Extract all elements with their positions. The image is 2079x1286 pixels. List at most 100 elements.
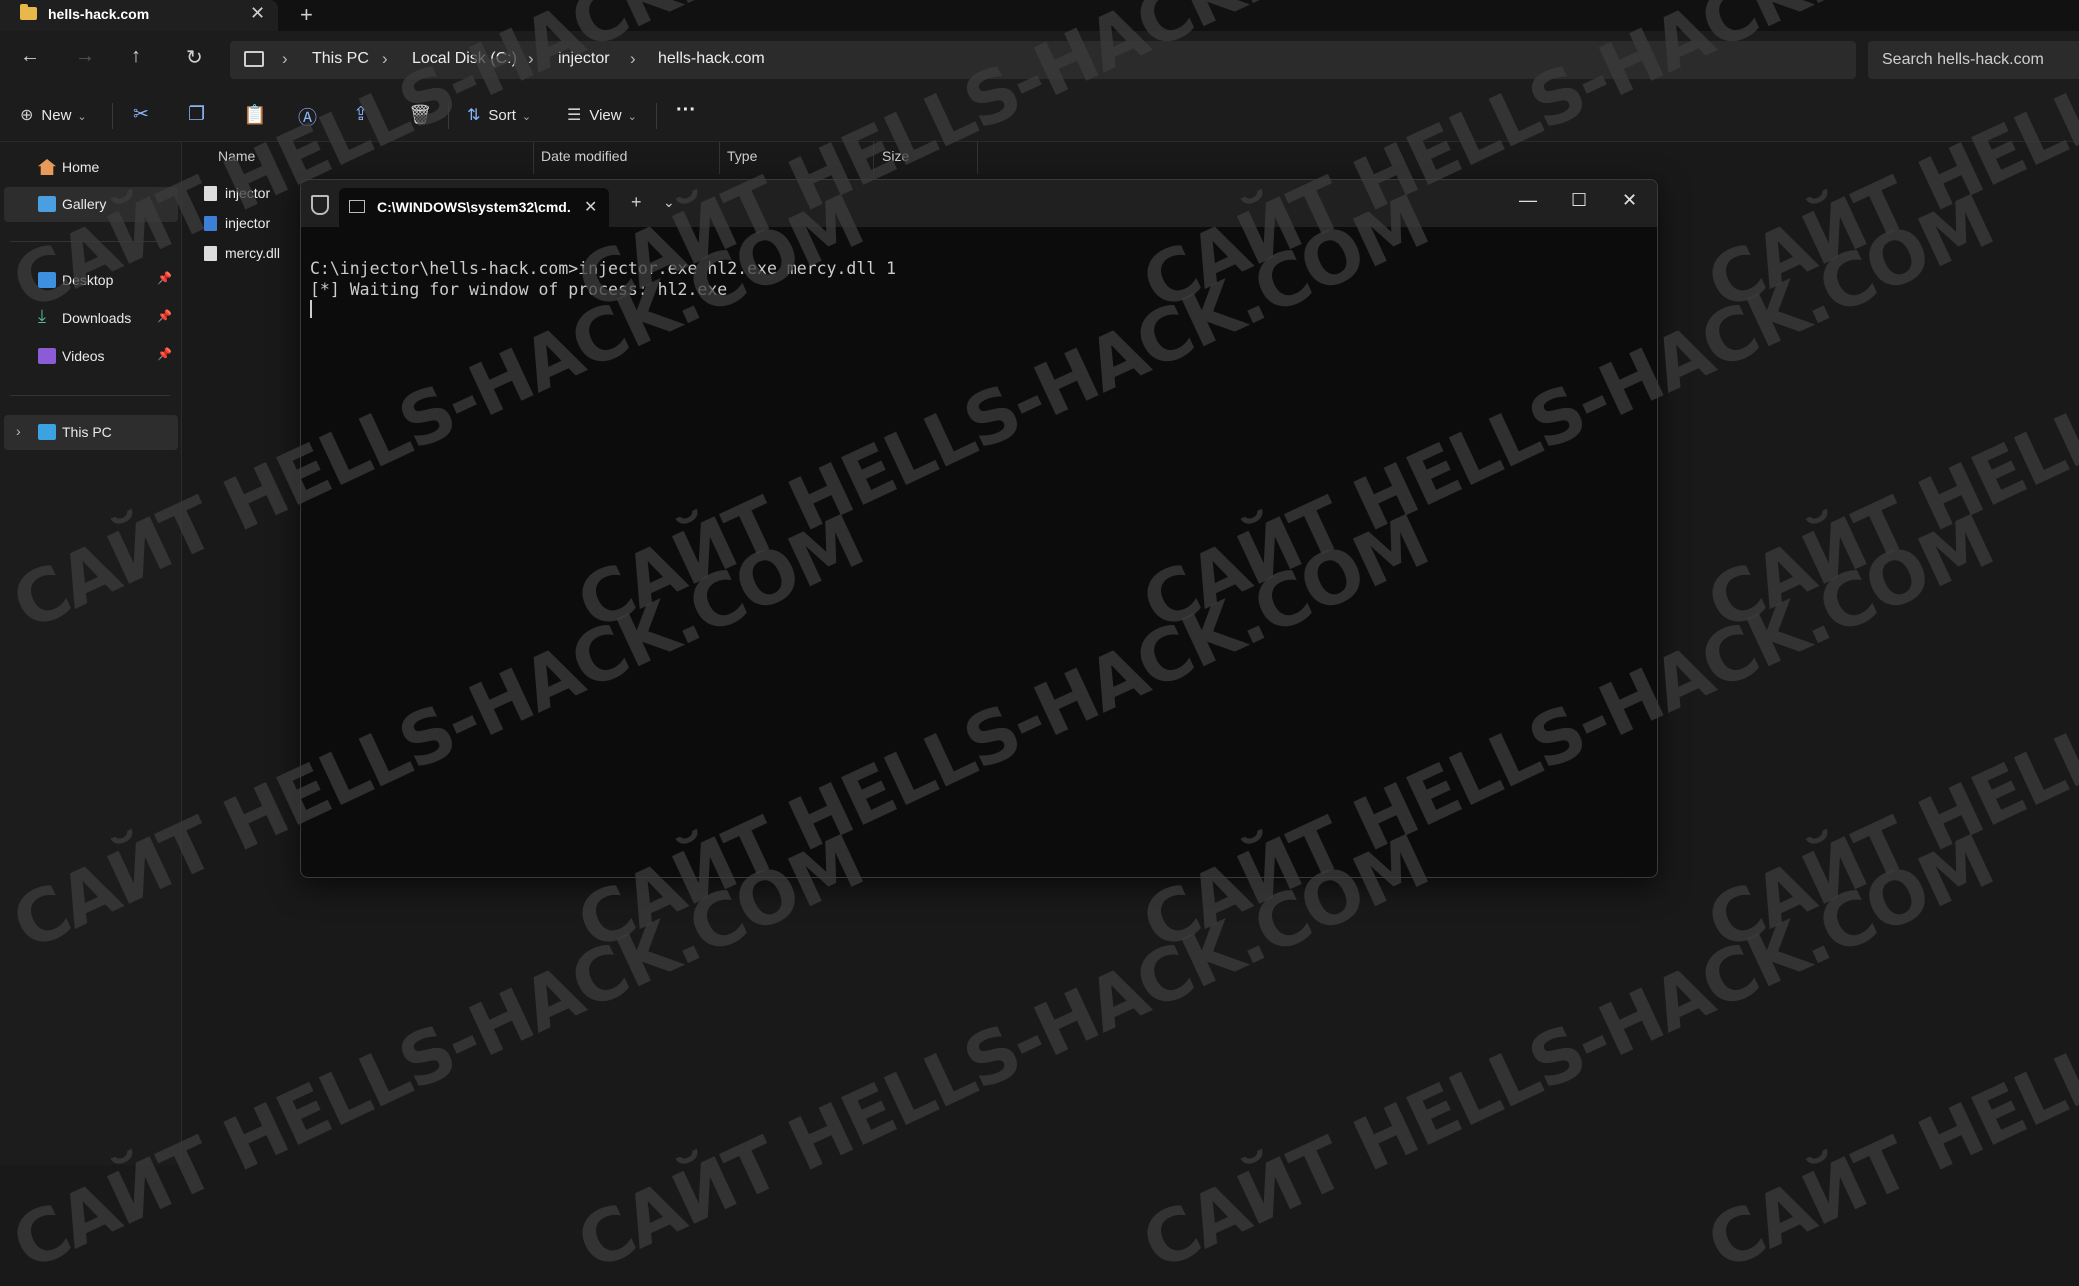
sort-icon: ⇅ <box>467 107 481 124</box>
folder-icon <box>20 4 37 20</box>
dll-icon <box>204 246 217 261</box>
watermark-text: САЙТ HELLS-HACK.COM <box>565 818 1440 1286</box>
column-header-name[interactable]: Name <box>218 148 255 164</box>
column-header-size[interactable]: Size <box>882 148 909 164</box>
file-icon <box>204 186 217 201</box>
back-button[interactable]: ← <box>20 45 40 68</box>
breadcrumb-separator: › <box>528 49 534 68</box>
rename-icon[interactable]: Ⓐ <box>298 103 317 130</box>
new-button[interactable]: ⊕ New ⌄ <box>20 105 87 125</box>
terminal-line: [*] Waiting for window of process: hl2.e… <box>310 280 728 299</box>
shield-icon <box>311 195 329 215</box>
computer-icon <box>38 424 56 440</box>
sidebar-item-gallery[interactable]: Gallery <box>4 187 178 222</box>
close-window-button[interactable]: ✕ <box>1622 190 1637 211</box>
chevron-down-icon[interactable]: ⌄ <box>663 194 675 211</box>
share-icon[interactable]: ⇪ <box>353 103 369 126</box>
breadcrumb-local-disk[interactable]: Local Disk (C:) <box>412 50 517 68</box>
search-placeholder: Search hells-hack.com <box>1882 51 2044 68</box>
sidebar-item-desktop[interactable]: Desktop 📌 <box>4 263 178 298</box>
breadcrumb-this-pc[interactable]: This PC <box>312 50 369 68</box>
divider <box>112 103 113 129</box>
column-divider[interactable] <box>977 142 978 174</box>
cmd-icon <box>349 200 365 213</box>
new-tab-button[interactable]: + <box>300 2 313 28</box>
tab-bar: hells-hack.com ✕ + <box>0 0 2079 31</box>
sidebar-item-label: Home <box>62 159 100 175</box>
breadcrumb-separator: › <box>382 49 388 68</box>
download-icon: ⤓ <box>38 306 46 326</box>
explorer-tab[interactable]: hells-hack.com ✕ <box>0 0 278 31</box>
sidebar-item-label: Videos <box>62 348 105 364</box>
sidebar-item-label: This PC <box>62 424 112 440</box>
sidebar-item-videos[interactable]: Videos 📌 <box>4 339 178 374</box>
divider <box>656 103 657 129</box>
chevron-down-icon: ⌄ <box>77 111 87 123</box>
breadcrumb-separator: › <box>630 49 636 68</box>
desktop-icon <box>38 272 56 288</box>
computer-icon <box>244 51 264 67</box>
column-header-type[interactable]: Type <box>727 148 757 164</box>
sidebar-item-downloads[interactable]: ⤓ Downloads 📌 <box>4 301 178 336</box>
refresh-button[interactable]: ↻ <box>186 45 203 70</box>
watermark-text: САЙТ HELLS-HACK.COM <box>1130 818 2005 1286</box>
delete-icon[interactable]: 🗑 <box>408 103 432 127</box>
terminal-output[interactable]: C:\injector\hells-hack.com>injector.exe … <box>310 258 896 323</box>
new-terminal-tab-button[interactable]: + <box>631 192 642 213</box>
tab-title: hells-hack.com <box>48 6 150 22</box>
list-item[interactable]: mercy.dll <box>204 245 280 261</box>
cut-icon[interactable]: ✂ <box>133 103 149 126</box>
sidebar-item-label: Desktop <box>62 272 114 288</box>
terminal-title-bar[interactable]: C:\WINDOWS\system32\cmd. ✕ + ⌄ — ☐ ✕ <box>301 180 1657 227</box>
divider <box>10 241 170 242</box>
pin-icon[interactable]: 📌 <box>157 309 172 323</box>
column-header-date-modified[interactable]: Date modified <box>541 148 627 164</box>
new-label: New <box>41 107 72 124</box>
view-button[interactable]: ☰ View ⌄ <box>567 105 637 125</box>
paste-icon[interactable]: 📋 <box>243 103 267 127</box>
chevron-down-icon: ⌄ <box>521 111 532 123</box>
terminal-line: C:\injector\hells-hack.com>injector.exe … <box>310 259 897 278</box>
up-button[interactable]: ↑ <box>131 45 141 68</box>
more-options-button[interactable]: ··· <box>676 99 696 122</box>
text-cursor <box>310 300 312 318</box>
view-icon: ☰ <box>567 107 582 124</box>
breadcrumb-injector[interactable]: injector <box>558 50 610 68</box>
tab-close-button[interactable]: ✕ <box>250 3 265 24</box>
chevron-down-icon: ⌄ <box>627 111 637 123</box>
forward-button[interactable]: → <box>75 45 95 68</box>
search-input[interactable]: Search hells-hack.com <box>1868 41 2079 79</box>
sort-label: Sort <box>488 107 516 124</box>
command-bar: ⊕ New ⌄ ✂ ❐ 📋 Ⓐ ⇪ 🗑 ⇅ Sort ⌄ ☰ View ⌄ ··· <box>0 89 2079 142</box>
pin-icon[interactable]: 📌 <box>157 347 172 361</box>
breadcrumb-hells-hack[interactable]: hells-hack.com <box>658 50 765 68</box>
gallery-icon <box>38 196 56 212</box>
sidebar-item-home[interactable]: Home <box>4 150 178 185</box>
column-divider[interactable] <box>533 142 534 174</box>
column-divider[interactable] <box>873 142 874 174</box>
terminal-tab[interactable]: C:\WINDOWS\system32\cmd. ✕ <box>339 188 609 227</box>
close-tab-icon[interactable]: ✕ <box>584 197 597 217</box>
navigation-pane: Home Gallery Desktop 📌 ⤓ Downloads 📌 Vid… <box>0 142 182 1165</box>
watermark-text: САЙТ HELLS-HACK.COM <box>1695 178 2079 647</box>
list-item[interactable]: injector <box>204 185 270 201</box>
chevron-right-icon[interactable]: › <box>16 423 21 439</box>
exe-icon <box>204 216 217 231</box>
videos-icon <box>38 348 56 364</box>
column-divider[interactable] <box>719 142 720 174</box>
address-bar[interactable]: › This PC › Local Disk (C:) › injector ›… <box>230 41 1856 79</box>
terminal-tab-title: C:\WINDOWS\system32\cmd. <box>377 199 571 215</box>
sidebar-item-this-pc[interactable]: › This PC <box>4 415 178 450</box>
plus-circle-icon: ⊕ <box>20 107 34 124</box>
file-name: mercy.dll <box>225 245 280 261</box>
copy-icon[interactable]: ❐ <box>188 103 205 126</box>
sort-button[interactable]: ⇅ Sort ⌄ <box>467 105 531 125</box>
divider <box>10 395 170 396</box>
maximize-button[interactable]: ☐ <box>1571 190 1587 211</box>
cmd-window[interactable]: C:\WINDOWS\system32\cmd. ✕ + ⌄ — ☐ ✕ C:\… <box>300 179 1658 878</box>
watermark-text: САЙТ HELLS-HACK.COM <box>1695 818 2079 1286</box>
pin-icon[interactable]: 📌 <box>157 271 172 285</box>
view-label: View <box>589 107 622 124</box>
list-item[interactable]: injector <box>204 215 270 231</box>
minimize-button[interactable]: — <box>1519 190 1537 211</box>
